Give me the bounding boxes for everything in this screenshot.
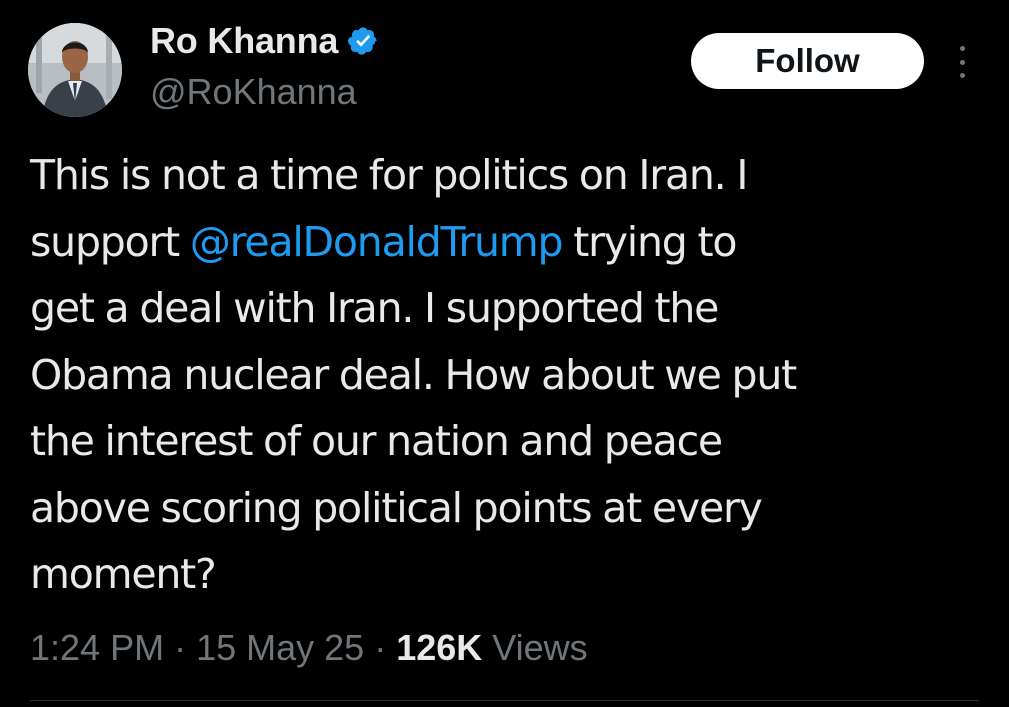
tweet-line: above scoring political points at every [30,483,763,532]
more-dot [959,59,965,65]
tweet-line: the interest of our nation and peace [30,417,723,465]
meta-separator: · [374,627,387,668]
verified-badge-icon [347,25,379,57]
mention-link[interactable]: @realDonaldTrump [190,218,564,266]
views-label: Views [492,627,588,668]
divider [30,700,979,701]
tweet-line: get a deal with Iran. I supported the [30,284,719,332]
views-count: 126K [396,627,483,668]
tweet-time[interactable]: 1:24 PM [30,627,164,669]
display-name[interactable]: Ro Khanna [150,19,338,63]
avatar-photo [28,23,122,117]
author-handle[interactable]: @RoKhanna [150,70,357,114]
more-vertical-icon[interactable] [950,42,974,82]
tweet-line: moment? [30,550,217,598]
more-dot [959,73,965,78]
author-name-row: Ro Khanna [150,19,379,63]
meta-separator: · [174,627,187,668]
tweet-line: This is not a time for politics on Iran.… [30,151,748,199]
more-dot [959,46,965,51]
avatar[interactable] [28,23,122,117]
tweet-text: This is not a time for politics on Iran.… [30,142,995,608]
tweet-date[interactable]: 15 May 25 [196,627,364,669]
tweet-meta: 1:24 PM · 15 May 25 · 126K Views [30,623,588,673]
follow-button[interactable]: Follow [691,33,924,89]
tweet-line: support @realDonaldTrump trying to [30,217,737,266]
tweet-line: Obama nuclear deal. How about we put [30,350,797,399]
